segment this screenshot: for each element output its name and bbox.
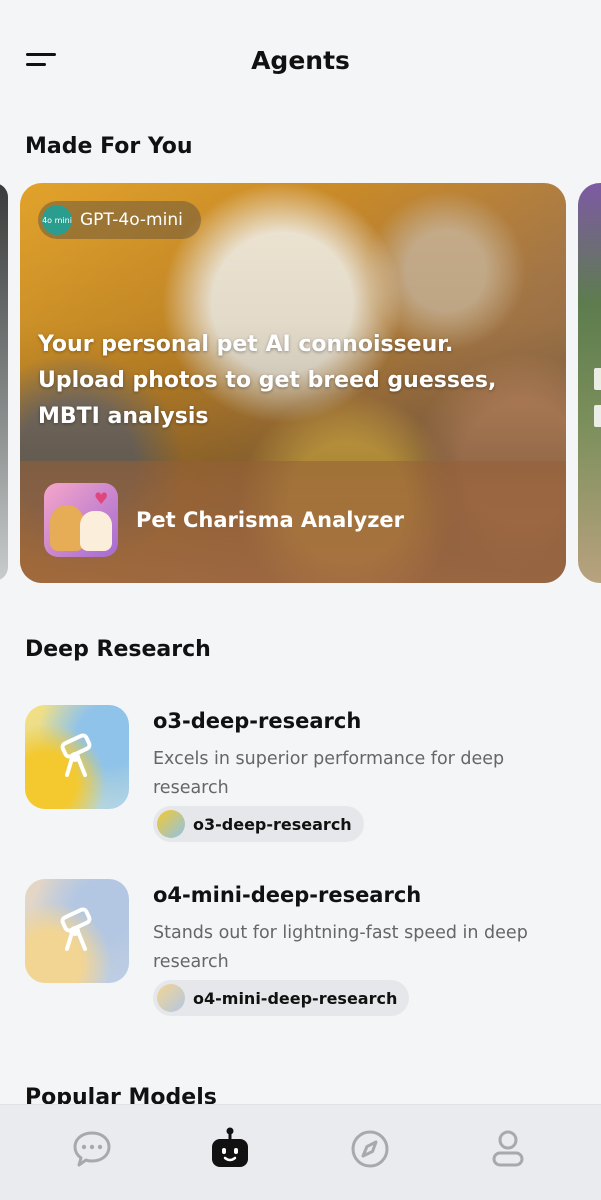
model-badge-label: GPT-4o-mini <box>80 210 183 230</box>
section-title-made-for-you: Made For You <box>25 134 193 159</box>
model-chip: o3-deep-research <box>153 806 364 842</box>
item-title: o4-mini-deep-research <box>153 883 422 907</box>
compass-icon[interactable] <box>348 1127 392 1171</box>
model-chip-label: o3-deep-research <box>193 814 352 834</box>
robot-icon[interactable] <box>208 1127 252 1171</box>
section-title-deep-research: Deep Research <box>25 637 211 662</box>
person-icon[interactable] <box>486 1127 530 1171</box>
page-title: Agents <box>251 46 350 75</box>
telescope-icon <box>25 879 129 983</box>
header: Agents <box>0 0 601 120</box>
item-description: Stands out for lightning-fast speed in d… <box>153 923 528 972</box>
model-avatar-icon <box>157 984 185 1012</box>
agents-page: Agents Made For You 4o mini GPT-4o-mini … <box>0 0 601 1200</box>
list-item-o3-deep-research[interactable]: o3-deep-research Excels in superior perf… <box>0 705 601 855</box>
item-title: o3-deep-research <box>153 709 362 733</box>
carousel-card-next[interactable] <box>578 183 601 583</box>
bottom-nav <box>0 1104 601 1200</box>
list-item-o4-mini-deep-research[interactable]: o4-mini-deep-research Stands out for lig… <box>0 879 601 1029</box>
model-logo-icon: 4o mini <box>42 205 72 235</box>
featured-description: Your personal pet AI connoisseur. Upload… <box>38 332 497 429</box>
pet-agent-avatar: ♥ <box>44 483 118 557</box>
model-chip-label: o4-mini-deep-research <box>193 988 398 1008</box>
model-avatar-icon <box>157 810 185 838</box>
telescope-icon <box>25 705 129 809</box>
chat-bubble-icon[interactable] <box>70 1127 114 1171</box>
item-description: Excels in superior performance for deep … <box>153 749 505 798</box>
model-badge: 4o mini GPT-4o-mini <box>38 201 201 239</box>
featured-agent-card[interactable]: 4o mini GPT-4o-mini Your personal pet AI… <box>20 183 566 583</box>
carousel-card-previous[interactable] <box>0 183 8 581</box>
featured-agent-name: Pet Charisma Analyzer <box>136 508 405 532</box>
model-chip: o4-mini-deep-research <box>153 980 410 1016</box>
